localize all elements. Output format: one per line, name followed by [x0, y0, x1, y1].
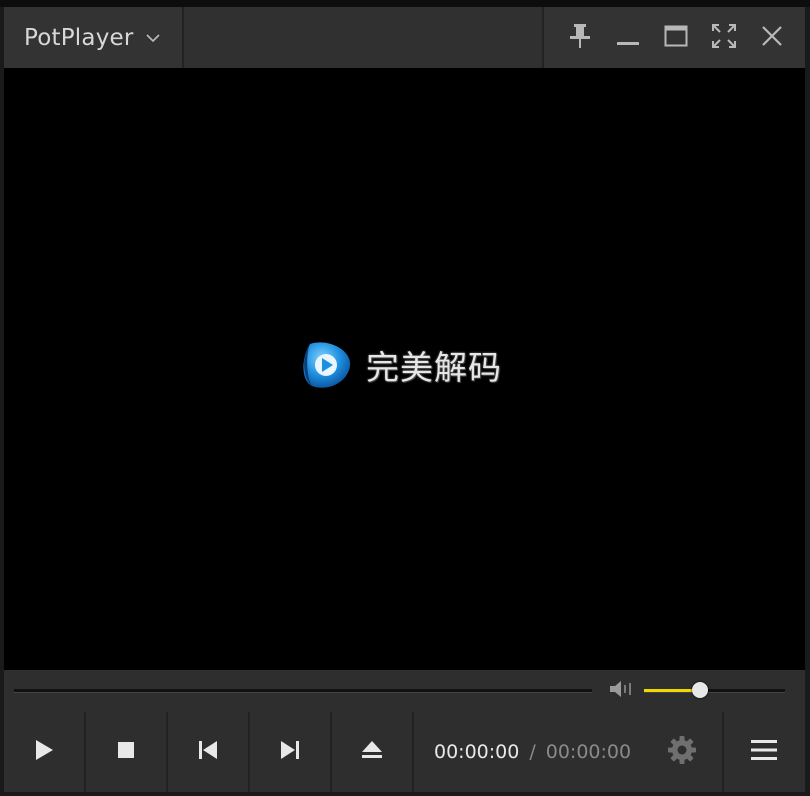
total-time: 00:00:00 — [545, 741, 632, 763]
skip-next-icon — [280, 740, 300, 764]
control-bar: 00:00:00 / 00:00:00 — [4, 712, 805, 792]
play-logo-icon — [300, 340, 352, 390]
fullscreen-icon — [712, 23, 736, 52]
close-icon — [760, 24, 784, 52]
next-button[interactable] — [250, 712, 332, 792]
eject-button[interactable] — [332, 712, 414, 792]
title-drag-area[interactable] — [184, 7, 542, 68]
chevron-down-icon — [145, 31, 160, 45]
hamburger-menu-icon — [750, 739, 778, 765]
pin-icon — [568, 23, 592, 53]
maximize-button[interactable] — [652, 7, 700, 68]
volume-knob[interactable] — [692, 682, 709, 698]
codec-badge-text: 完美解码 — [366, 348, 502, 387]
window-controls — [542, 7, 807, 68]
mute-button[interactable] — [608, 678, 636, 704]
fullscreen-button[interactable] — [700, 7, 748, 68]
play-icon — [34, 739, 54, 765]
play-button[interactable] — [4, 712, 86, 792]
volume-slider[interactable] — [644, 682, 785, 698]
app-menu-button[interactable]: PotPlayer — [4, 7, 184, 68]
gear-icon — [667, 735, 697, 769]
settings-button[interactable] — [666, 736, 698, 768]
pin-button[interactable] — [556, 7, 604, 68]
speaker-icon — [609, 679, 635, 703]
potplayer-window: PotPlayer 完美解码 00:00:00 / 00:00:00 — [0, 0, 810, 796]
previous-button[interactable] — [168, 712, 250, 792]
window-top-edge — [0, 0, 810, 7]
stop-button[interactable] — [86, 712, 168, 792]
eject-icon — [361, 740, 383, 764]
seek-slider[interactable] — [14, 689, 592, 693]
maximize-icon — [664, 24, 688, 52]
minimize-button[interactable] — [604, 7, 652, 68]
stop-icon — [117, 741, 135, 763]
app-name: PotPlayer — [24, 24, 134, 51]
video-area[interactable]: 完美解码 — [4, 68, 805, 670]
time-display: 00:00:00 / 00:00:00 — [414, 712, 724, 792]
time-separator: / — [529, 741, 536, 763]
current-time: 00:00:00 — [434, 741, 520, 763]
main-menu-button[interactable] — [724, 712, 803, 792]
skip-previous-icon — [198, 740, 218, 764]
minimize-icon — [616, 24, 640, 52]
seekbar-row — [4, 670, 805, 712]
title-bar[interactable]: PotPlayer — [4, 7, 805, 68]
close-button[interactable] — [748, 7, 796, 68]
codec-badge: 完美解码 — [300, 340, 502, 390]
